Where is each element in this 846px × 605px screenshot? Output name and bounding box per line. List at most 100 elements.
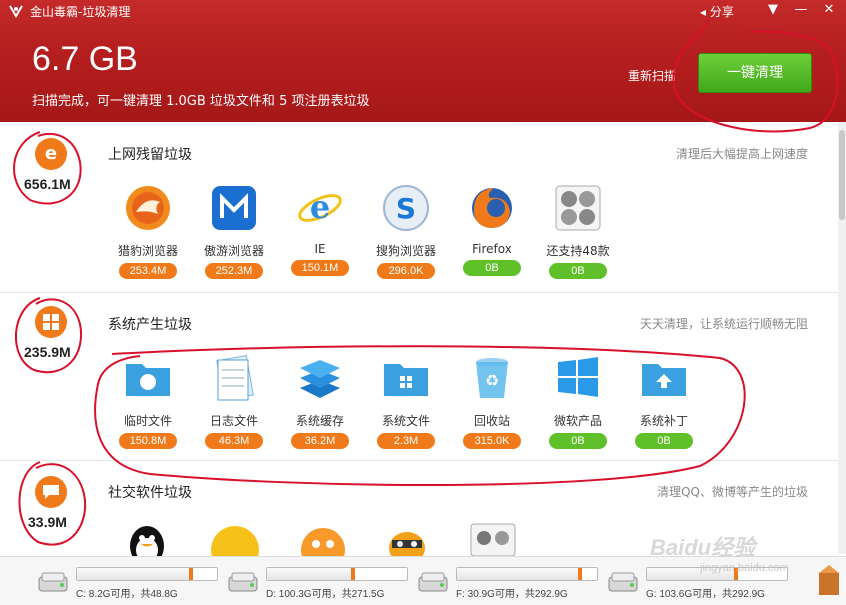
item-system-files[interactable]: 系统文件 2.3M xyxy=(366,354,446,449)
vertical-scrollbar[interactable] xyxy=(838,122,846,554)
item-label: 系统缓存 xyxy=(295,414,344,428)
drive-usage-bar xyxy=(456,567,598,581)
rescan-link[interactable]: 重新扫描 xyxy=(628,67,676,84)
item-size-badge: 46.3M xyxy=(205,433,263,449)
item-more-browsers[interactable]: 还支持48款 0B xyxy=(538,184,618,279)
more-browsers-icon xyxy=(555,185,601,231)
header-banner: 金山毒霸-垃圾清理 ◂ 分享 ▼ — ✕ 6.7 GB 扫描完成，可一键清理 1… xyxy=(0,0,846,122)
drive-f: F: 30.9G可用，共292.9G xyxy=(418,567,603,601)
item-label: 搜狗浏览器 xyxy=(375,244,436,258)
close-icon: ✕ xyxy=(823,2,835,17)
item-size-badge: 0B xyxy=(549,433,607,449)
item-ie[interactable]: e IE 150.1M xyxy=(280,184,360,276)
drive-space-text: C: 8.2G可用，共48.8G xyxy=(76,589,178,600)
item-temp-files[interactable]: 临时文件 150.8M xyxy=(108,354,188,449)
ie-section-icon: e xyxy=(35,138,67,170)
one-click-clean-button[interactable]: 一键清理 xyxy=(698,53,812,93)
minimize-button[interactable]: — xyxy=(790,1,812,19)
weibo-icon xyxy=(211,526,259,556)
cheetah-browser-icon xyxy=(126,186,170,230)
item-label: 系统文件 xyxy=(381,414,430,428)
ie-browser-icon: e xyxy=(298,188,342,226)
item-microsoft-products[interactable]: 微软产品 0B xyxy=(538,354,618,449)
scrollbar-thumb[interactable] xyxy=(839,130,845,220)
temp-folder-icon xyxy=(126,364,170,396)
section-size: 235.9M xyxy=(24,344,71,360)
sogou-browser-icon: S xyxy=(383,185,429,231)
svg-text:S: S xyxy=(396,192,416,225)
item-label: 系统补丁 xyxy=(639,414,688,428)
total-junk-size: 6.7 GB xyxy=(32,40,138,78)
item-label: 日志文件 xyxy=(209,414,258,428)
minimize-icon: — xyxy=(794,2,808,17)
item-label: 傲游浏览器 xyxy=(203,244,264,258)
recycle-bin-icon: ♻ xyxy=(476,358,508,398)
drive-usage-marker xyxy=(577,568,582,580)
item-sogou-browser[interactable]: S 搜狗浏览器 296.0K xyxy=(366,184,446,279)
share-button[interactable]: ◂ 分享 xyxy=(700,3,734,20)
item-size-badge: 36.2M xyxy=(291,433,349,449)
item-size-badge: 2.3M xyxy=(377,433,435,449)
item-cheetah-browser[interactable]: 猎豹浏览器 253.4M xyxy=(108,184,188,279)
drive-c: C: 8.2G可用，共48.8G xyxy=(38,567,223,601)
section-tip: 天天清理，让系统运行顺畅无阻 xyxy=(639,317,808,331)
section-system-junk: 235.9M 系统产生垃圾 天天清理，让系统运行顺畅无阻 临时文件 150.8M… xyxy=(0,292,838,461)
chat-bubble-icon xyxy=(43,485,59,499)
drive-space-text: G: 103.6G可用，共292.9G xyxy=(646,589,765,600)
section-title: 系统产生垃圾 xyxy=(108,317,192,333)
section-title: 社交软件垃圾 xyxy=(108,485,192,501)
baidu-watermark: Baidu经验 xyxy=(650,535,756,560)
drive-usage-bar xyxy=(76,567,218,581)
item-system-patches[interactable]: 系统补丁 0B xyxy=(624,354,704,449)
maxthon-browser-icon xyxy=(212,186,256,230)
section-size: 656.1M xyxy=(24,176,71,192)
item-recycle-bin[interactable]: ♻ 回收站 315.0K xyxy=(452,354,532,449)
windows-logo-icon xyxy=(558,357,598,397)
hard-drive-icon xyxy=(418,572,448,592)
system-folder-icon xyxy=(384,364,428,396)
log-file-icon xyxy=(216,354,254,401)
item-label: 猎豹浏览器 xyxy=(117,244,178,258)
item-system-cache[interactable]: 系统缓存 36.2M xyxy=(280,354,360,449)
section-size: 33.9M xyxy=(28,514,67,530)
share-icon: ◂ xyxy=(700,5,707,19)
close-button[interactable]: ✕ xyxy=(818,1,840,19)
yy-smiley-icon xyxy=(301,528,345,556)
system-cache-icon xyxy=(300,360,340,398)
item-size-badge: 150.8M xyxy=(119,433,177,449)
drive-usage-marker xyxy=(189,568,194,580)
qq-penguin-icon xyxy=(130,526,164,556)
item-label: 回收站 xyxy=(473,414,510,428)
item-maxthon-browser[interactable]: 傲游浏览器 252.3M xyxy=(194,184,274,279)
section-title: 上网残留垃圾 xyxy=(108,147,192,163)
raccoon-app-icon xyxy=(389,532,425,556)
svg-text:♻: ♻ xyxy=(485,371,499,390)
title-bar: 金山毒霸-垃圾清理 ◂ 分享 ▼ — ✕ xyxy=(0,0,846,22)
toolbox-icon[interactable] xyxy=(816,561,842,597)
drive-usage-marker xyxy=(351,568,356,580)
menu-dropdown-button[interactable]: ▼ xyxy=(762,1,784,19)
drive-space-text: F: 30.9G可用，共292.9G xyxy=(456,589,568,600)
baidu-watermark-url: jingyan.baidu.com xyxy=(700,562,789,574)
item-log-files[interactable]: 日志文件 46.3M xyxy=(194,354,274,449)
duba-logo-icon xyxy=(9,5,23,18)
drive-space-text: D: 100.3G可用，共271.5G xyxy=(266,589,385,600)
item-size-badge: 252.3M xyxy=(205,263,263,279)
item-label: IE xyxy=(314,242,326,256)
hard-drive-icon xyxy=(608,572,638,592)
more-social-apps-icon xyxy=(470,523,516,556)
drive-usage-bar xyxy=(266,567,408,581)
windows-logo-small-icon xyxy=(43,314,59,330)
item-size-badge: 0B xyxy=(549,263,607,279)
item-firefox[interactable]: Firefox 0B xyxy=(452,184,532,276)
item-size-badge: 315.0K xyxy=(463,433,521,449)
drive-usage-fill xyxy=(457,568,582,580)
firefox-icon xyxy=(472,188,512,228)
section-tip: 清理后大幅提高上网速度 xyxy=(675,147,808,161)
svg-text:e: e xyxy=(310,188,330,226)
item-label: 微软产品 xyxy=(553,414,602,428)
drive-d: D: 100.3G可用，共271.5G xyxy=(228,567,413,601)
item-label: 临时文件 xyxy=(123,414,172,428)
hard-drive-icon xyxy=(38,572,68,592)
item-size-badge: 296.0K xyxy=(377,263,435,279)
